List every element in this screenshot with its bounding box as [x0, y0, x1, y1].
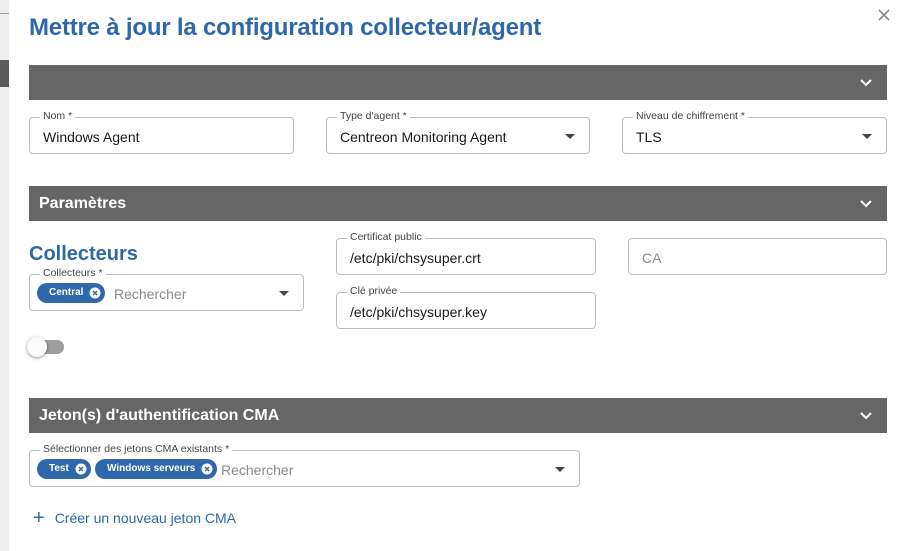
create-cma-token-label: Créer un nouveau jeton CMA — [54, 510, 237, 526]
collector-chip-central[interactable]: Central — [37, 283, 106, 303]
dropdown-arrow-icon — [862, 134, 872, 139]
ca-field[interactable]: CA — [628, 238, 887, 275]
agent-type-value: Centreon Monitoring Agent — [340, 129, 507, 145]
collectors-search-placeholder: Rechercher — [114, 286, 187, 302]
section-cma-tokens-header[interactable]: Jeton(s) d'authentification CMA — [29, 398, 887, 433]
cma-tokens-select[interactable]: Sélectionner des jetons CMA existants * … — [29, 443, 580, 487]
plus-icon: + — [33, 507, 45, 529]
public-certificate-value: /etc/pki/chsysuper.crt — [350, 250, 481, 266]
close-icon[interactable] — [875, 6, 895, 26]
collectors-select[interactable]: Collecteurs * Central Rechercher — [29, 267, 304, 311]
name-field-label: Nom * — [40, 110, 76, 122]
encryption-level-label: Niveau de chiffrement * — [633, 110, 748, 122]
section-parameters-label: Paramètres — [39, 194, 127, 212]
private-key-label: Clé privée — [347, 285, 401, 297]
agent-type-select[interactable]: Type d'agent * Centreon Monitoring Agent — [326, 110, 590, 154]
chip-label: Windows serveurs — [107, 463, 196, 474]
toggle-knob — [27, 337, 47, 357]
chevron-down-icon — [860, 412, 872, 420]
token-chip-windows-serveurs[interactable]: Windows serveurs — [95, 459, 218, 479]
toggle-switch[interactable] — [27, 337, 64, 357]
cma-tokens-search-placeholder: Rechercher — [221, 462, 294, 478]
chip-label: Test — [49, 463, 69, 474]
public-certificate-field[interactable]: Certificat public /etc/pki/chsysuper.crt — [336, 231, 596, 275]
private-key-value: /etc/pki/chsysuper.key — [350, 304, 487, 320]
chip-label: Central — [49, 287, 84, 298]
remove-chip-icon[interactable] — [89, 287, 101, 299]
public-certificate-label: Certificat public — [347, 231, 425, 243]
background-page-edge — [0, 0, 9, 551]
collectors-field-label: Collecteurs * — [40, 267, 106, 279]
background-divider — [0, 13, 9, 14]
encryption-level-value: TLS — [636, 129, 662, 145]
section-parameters-header[interactable]: Paramètres — [29, 186, 887, 221]
dropdown-arrow-icon — [565, 134, 575, 139]
private-key-field[interactable]: Clé privée /etc/pki/chsysuper.key — [336, 285, 596, 329]
remove-chip-icon[interactable] — [201, 463, 213, 475]
collectors-heading: Collecteurs — [29, 243, 138, 265]
chevron-down-icon — [860, 79, 872, 87]
section-general-header[interactable] — [29, 65, 887, 100]
name-field[interactable]: Nom * Windows Agent — [29, 110, 294, 154]
ca-placeholder: CA — [642, 250, 662, 266]
dialog-title: Mettre à jour la configuration collecteu… — [29, 14, 542, 41]
cma-tokens-field-label: Sélectionner des jetons CMA existants * — [40, 443, 233, 455]
encryption-level-select[interactable]: Niveau de chiffrement * TLS — [622, 110, 887, 154]
section-cma-tokens-label: Jeton(s) d'authentification CMA — [39, 406, 280, 424]
update-config-dialog: Mettre à jour la configuration collecteu… — [9, 0, 908, 551]
background-dark-block — [0, 60, 9, 87]
create-cma-token-button[interactable]: + Créer un nouveau jeton CMA — [33, 508, 236, 528]
agent-type-label: Type d'agent * — [337, 110, 410, 122]
chevron-down-icon — [860, 200, 872, 208]
name-field-value: Windows Agent — [43, 129, 140, 145]
dropdown-arrow-icon — [279, 291, 289, 296]
dropdown-arrow-icon — [555, 467, 565, 472]
token-chip-test[interactable]: Test — [37, 459, 91, 479]
remove-chip-icon[interactable] — [75, 463, 87, 475]
